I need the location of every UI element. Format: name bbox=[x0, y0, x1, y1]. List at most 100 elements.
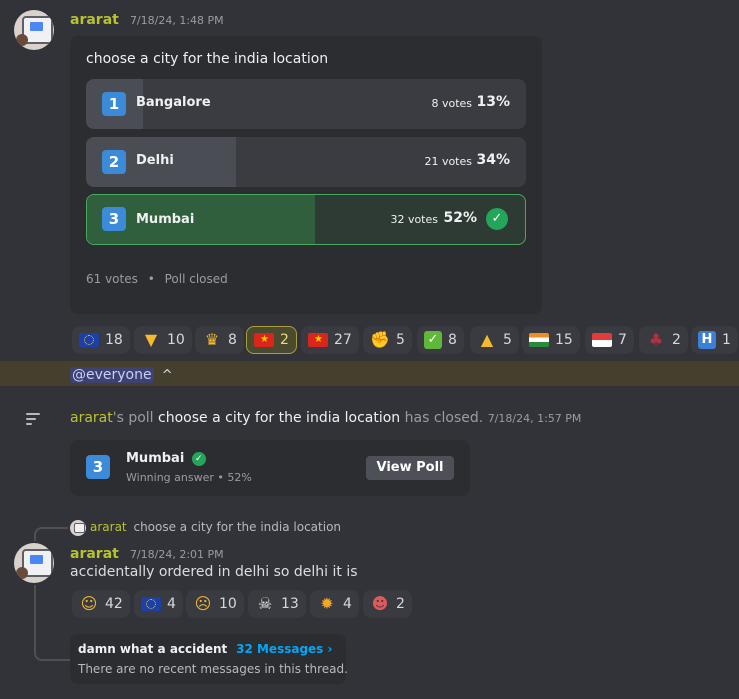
skull-icon: ☠ bbox=[257, 594, 273, 613]
keycap-2-icon: 2 bbox=[102, 150, 126, 174]
reaction-vietnam-flag-active[interactable]: ★ 2 bbox=[246, 326, 297, 354]
reaction-pinching-hand[interactable]: ✊ 5 bbox=[363, 326, 412, 354]
poll-question: choose a city for the india location bbox=[86, 51, 329, 67]
reaction-india-flag[interactable]: 15 bbox=[522, 326, 580, 354]
total-votes: 61 votes bbox=[86, 272, 138, 286]
keycap-3-icon: 3 bbox=[86, 455, 110, 479]
reply-username[interactable]: ararat bbox=[90, 520, 127, 534]
view-poll-button[interactable]: View Poll bbox=[366, 456, 454, 480]
option-label: Bangalore bbox=[136, 95, 211, 110]
envelope-icon bbox=[30, 555, 43, 564]
reply-text[interactable]: choose a city for the india location bbox=[133, 520, 341, 534]
thread-header[interactable]: damn what a accident 32 Messages › bbox=[78, 642, 332, 656]
reaction-count: 4 bbox=[343, 596, 352, 612]
message-header: ararat 7/18/24, 1:48 PM bbox=[70, 9, 224, 28]
thread-message-count[interactable]: 32 Messages › bbox=[236, 642, 332, 656]
timestamp: 7/18/24, 2:01 PM bbox=[129, 548, 224, 561]
poll-option-mumbai[interactable]: 3 Mumbai 32 votes 52% ✓ bbox=[86, 194, 526, 245]
india-flag-icon bbox=[529, 333, 549, 347]
username[interactable]: ararat bbox=[70, 12, 119, 28]
check-box-icon: ✓ bbox=[424, 331, 442, 349]
reaction-count: 15 bbox=[555, 332, 573, 348]
check-icon: ✓ bbox=[191, 452, 206, 466]
hand-shape bbox=[16, 567, 28, 579]
caret-text: ^ bbox=[161, 368, 173, 383]
crown-face-icon: ♛ bbox=[204, 330, 220, 349]
reaction-rofl[interactable]: ☺ 42 bbox=[72, 590, 130, 618]
tired-face-icon: ☹ bbox=[194, 594, 212, 613]
poll-footer: 61 votes • Poll closed bbox=[86, 272, 228, 286]
option-label: Mumbai bbox=[136, 212, 195, 227]
user-avatar[interactable] bbox=[14, 10, 54, 50]
reply-reference[interactable]: ararat choose a city for the india locat… bbox=[90, 520, 341, 534]
reaction-count: 1 bbox=[722, 332, 731, 348]
option-percent: 52% bbox=[443, 210, 477, 226]
option-votes: 32 votes bbox=[390, 213, 438, 226]
eu-flag-icon bbox=[79, 333, 99, 347]
reaction-tired-face[interactable]: ☹ 10 bbox=[186, 590, 244, 618]
reaction-singapore-flag[interactable]: 7 bbox=[585, 326, 634, 354]
timestamp: 7/18/24, 1:48 PM bbox=[129, 14, 224, 27]
reaction-thumbs-down[interactable]: ▼ 10 bbox=[134, 326, 192, 354]
reaction-count: 8 bbox=[228, 332, 237, 348]
thumbs-down-icon: ▼ bbox=[144, 330, 158, 349]
reaction-skull[interactable]: ☠ 13 bbox=[248, 590, 306, 618]
reaction-count: 5 bbox=[396, 332, 405, 348]
poll-system-icon bbox=[26, 413, 42, 427]
poll-closed-line: ararat's poll choose a city for the indi… bbox=[70, 410, 581, 426]
hospital-h-icon: H bbox=[698, 331, 716, 349]
thread-empty-text: There are no recent messages in this thr… bbox=[78, 662, 348, 676]
result-label: Mumbai bbox=[126, 451, 185, 466]
rofl-icon: ☺ bbox=[80, 594, 98, 613]
reaction-anime-girl[interactable]: ♣ 2 bbox=[639, 326, 688, 354]
anime-girl-icon: ♣ bbox=[648, 330, 664, 349]
reply-spine bbox=[34, 527, 68, 541]
reply-avatar[interactable] bbox=[70, 520, 86, 536]
poll-title: choose a city for the india location bbox=[158, 410, 401, 426]
option-percent: 34% bbox=[476, 152, 510, 168]
keycap-1-icon: 1 bbox=[102, 92, 126, 116]
reaction-count: 42 bbox=[105, 596, 123, 612]
vietnam-flag-icon: ★ bbox=[308, 333, 328, 347]
option-votes: 8 votes bbox=[431, 97, 472, 110]
message-header: ararat 7/18/24, 2:01 PM bbox=[70, 543, 224, 562]
reaction-hospital[interactable]: H 1 bbox=[691, 326, 738, 354]
reaction-check-box[interactable]: ✓ 8 bbox=[417, 326, 464, 354]
result-winner: Mumbai ✓ bbox=[126, 451, 206, 466]
reaction-sun[interactable]: ✹ 4 bbox=[310, 590, 359, 618]
thumbs-up-icon: ▲ bbox=[480, 330, 494, 349]
thread-spine bbox=[34, 585, 72, 661]
option-votes: 21 votes bbox=[424, 155, 472, 168]
poll-option-bangalore[interactable]: 1 Bangalore 8 votes 13% bbox=[86, 79, 526, 129]
reaction-count: 4 bbox=[167, 596, 176, 612]
poll-status: Poll closed bbox=[164, 272, 228, 286]
reaction-count: 2 bbox=[280, 332, 289, 348]
username[interactable]: ararat bbox=[70, 410, 113, 426]
everyone-mention[interactable]: @everyone bbox=[70, 367, 154, 383]
reaction-count: 2 bbox=[672, 332, 681, 348]
thread-title[interactable]: damn what a accident bbox=[78, 642, 227, 656]
reaction-count: 18 bbox=[105, 332, 123, 348]
reaction-count: 2 bbox=[396, 596, 405, 612]
dot-separator: • bbox=[147, 272, 155, 286]
reaction-vietnam-flag[interactable]: ★ 27 bbox=[301, 326, 359, 354]
user-avatar[interactable] bbox=[14, 543, 54, 583]
reaction-thumbs-up[interactable]: ▲ 5 bbox=[470, 326, 519, 354]
reaction-clown[interactable]: ☻ 2 bbox=[363, 590, 412, 618]
reaction-eu-flag[interactable]: 18 bbox=[72, 326, 130, 354]
username[interactable]: ararat bbox=[70, 546, 119, 562]
clown-face-icon: ☻ bbox=[371, 594, 389, 613]
result-subtext: Winning answer • 52% bbox=[126, 471, 252, 484]
reaction-count: 10 bbox=[219, 596, 237, 612]
reaction-count: 10 bbox=[167, 332, 185, 348]
reaction-crown[interactable]: ♛ 8 bbox=[195, 326, 244, 354]
poll-option-delhi[interactable]: 2 Delhi 21 votes 34% bbox=[86, 137, 526, 187]
eu-flag-icon bbox=[141, 597, 161, 611]
option-label: Delhi bbox=[136, 153, 174, 168]
pinching-hand-icon: ✊ bbox=[370, 330, 390, 349]
mention-line: @everyone ^ bbox=[70, 364, 173, 383]
timestamp: 7/18/24, 1:57 PM bbox=[487, 412, 582, 425]
singapore-flag-icon bbox=[592, 333, 612, 347]
reaction-count: 7 bbox=[618, 332, 627, 348]
reaction-eu-flag[interactable]: 4 bbox=[134, 590, 183, 618]
